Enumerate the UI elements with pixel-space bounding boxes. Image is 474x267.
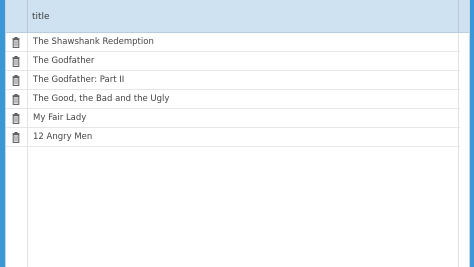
trash-icon[interactable]	[11, 56, 21, 67]
header-action-column	[6, 0, 28, 32]
table-row[interactable]: 12 Angry Men	[6, 128, 460, 147]
column-header-title[interactable]: title	[32, 0, 50, 32]
table-row[interactable]: The Good, the Bad and the Ugly	[6, 90, 460, 109]
table-row[interactable]: The Shawshank Redemption	[6, 33, 460, 52]
grid-body: The Shawshank Redemption The Godfather T…	[6, 33, 469, 267]
table-row[interactable]: My Fair Lady	[6, 109, 460, 128]
trash-icon[interactable]	[11, 75, 21, 86]
trash-icon[interactable]	[11, 94, 21, 105]
row-title: 12 Angry Men	[33, 132, 93, 142]
table-row[interactable]: The Godfather	[6, 52, 460, 71]
table-row[interactable]: The Godfather: Part II	[6, 71, 460, 90]
grid-header: title	[6, 0, 469, 33]
row-title: The Godfather	[33, 56, 95, 66]
row-title: The Godfather: Part II	[33, 75, 125, 85]
trash-icon[interactable]	[11, 132, 21, 143]
trash-icon[interactable]	[11, 113, 21, 124]
row-title: The Shawshank Redemption	[33, 37, 154, 47]
data-grid: title The Shawshank Redemption The Godfa…	[5, 0, 470, 267]
row-title: My Fair Lady	[33, 113, 87, 123]
trash-icon[interactable]	[11, 37, 21, 48]
header-right-divider	[458, 0, 459, 32]
row-title: The Good, the Bad and the Ugly	[33, 94, 170, 104]
